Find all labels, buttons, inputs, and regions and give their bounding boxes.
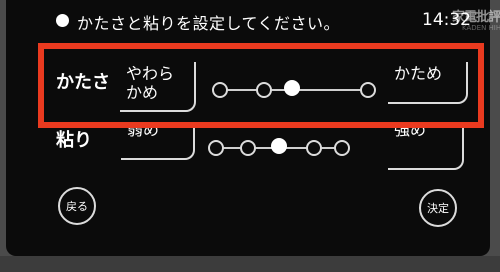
- watermark-logo: 家電批評: [452, 10, 500, 25]
- stickiness-stop[interactable]: [240, 140, 256, 156]
- firmness-stop[interactable]: [212, 82, 228, 98]
- firmness-hard-button[interactable]: かため: [388, 62, 468, 104]
- firmness-stop[interactable]: [360, 82, 376, 98]
- back-button-label: 戻る: [66, 200, 88, 213]
- stickiness-stop[interactable]: [208, 140, 224, 156]
- touch-screen: かたさと粘りを設定してください。 14:32 粘り 弱め 強め 戻る 決定: [6, 0, 490, 256]
- firmness-soft-label-line1: やわら: [126, 64, 175, 83]
- firmness-stop-selected[interactable]: [284, 80, 300, 96]
- stickiness-slider[interactable]: [208, 138, 350, 158]
- back-button[interactable]: 戻る: [58, 187, 96, 225]
- firmness-label: かたさ: [56, 72, 110, 93]
- confirm-button-label: 決定: [427, 202, 449, 215]
- firmness-soft-button[interactable]: やわら かめ: [120, 62, 196, 112]
- firmness-slider[interactable]: [212, 80, 376, 100]
- firmness-hard-label: かため: [394, 64, 443, 83]
- firmness-stop[interactable]: [256, 82, 272, 98]
- watermark-logo-sub: KADEN HIHYO: [462, 24, 500, 32]
- instruction-text: かたさと粘りを設定してください。: [77, 14, 341, 33]
- confirm-button[interactable]: 決定: [419, 189, 457, 227]
- stickiness-stop[interactable]: [306, 140, 322, 156]
- firmness-soft-label-line2: かめ: [126, 83, 159, 102]
- bullet-icon: [56, 14, 69, 27]
- device-bezel: [0, 256, 500, 272]
- stickiness-label: 粘り: [56, 130, 92, 151]
- stickiness-stop-selected[interactable]: [271, 138, 287, 154]
- stickiness-stop[interactable]: [334, 140, 350, 156]
